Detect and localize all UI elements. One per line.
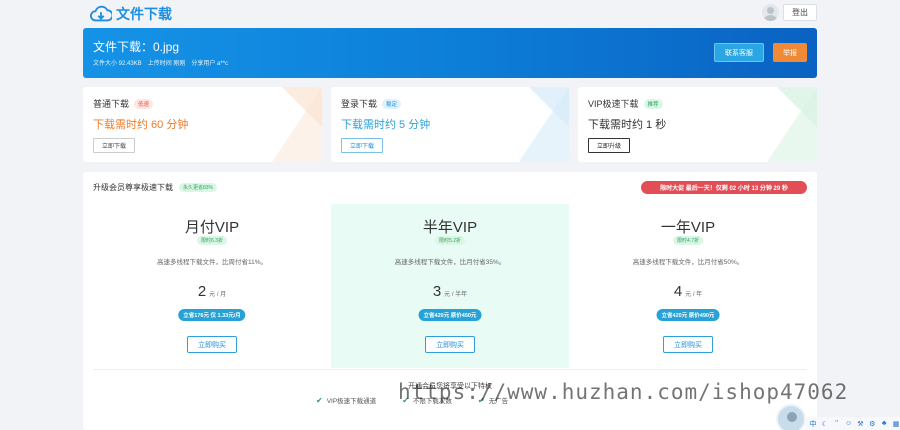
card-normal-download: 普通下载 低速 下载需时约 60 分钟 立即下载 (83, 87, 322, 162)
card-title: 登录下载 (341, 99, 378, 109)
settings-icon[interactable]: ⚙ (868, 420, 876, 428)
discount-tag: 限时5.2折 (435, 236, 465, 245)
card-title: 普通下载 (93, 99, 130, 109)
download-now-button[interactable]: 立即下载 (93, 138, 136, 153)
upgrade-now-button[interactable]: 立即升级 (588, 138, 631, 153)
logo-text: 文件下载 (116, 6, 172, 22)
logout-button[interactable]: 登出 (783, 4, 817, 21)
file-size: 文件大小 92.43KB (93, 61, 142, 67)
plan-description: 高速多线程下载文件，比周付省11%。 (156, 259, 268, 266)
file-banner: 文件下载：0.jpg 文件大小 92.43KB 上传时间 刚刚 分享用户 a**… (83, 28, 817, 78)
card-decoration (272, 87, 322, 162)
card-decoration (767, 87, 817, 162)
countdown-badge: 限时大促 最后一天！仅剩 02 小时 13 分钟 29 秒 (641, 181, 807, 194)
ime-toolbar[interactable]: 中 ☾ ‘’ ☺ ⚒ ⚙ ♣ ▦ (805, 417, 900, 430)
privilege-label: VIP极速下载通道 (326, 398, 377, 405)
divider (93, 369, 807, 370)
floating-assistant-avatar[interactable] (776, 404, 806, 430)
price-unit: 元 / 月 (209, 292, 227, 298)
shirt-icon[interactable]: ♣ (880, 420, 888, 427)
card-title: VIP极速下载 (588, 99, 639, 109)
card-decoration (519, 87, 569, 162)
price-unit: 元 / 半年 (444, 292, 468, 298)
ime-language[interactable]: 中 (809, 419, 817, 429)
download-time: 下载需时约 5 分钟 (341, 119, 431, 131)
check-icon: ✔ (316, 395, 323, 405)
plan-description: 高速多线程下载文件，比月付省50%。 (632, 259, 744, 266)
stable-tag: 稳定 (382, 98, 402, 109)
discount-tag: 限时4.7折 (673, 236, 703, 245)
download-now-button[interactable]: 立即下载 (341, 138, 384, 153)
speed-tag: 低速 (134, 98, 154, 109)
punctuation-icon[interactable]: ‘’ (833, 420, 841, 427)
recommend-tag: 推荐 (643, 98, 663, 109)
savings-pill: 立省176元 仅 1.33元/月 (178, 309, 246, 321)
plan-yearly: 一年VIP 限时4.7折 高速多线程下载文件，比月付省50%。 4元 / 年 立… (569, 204, 807, 368)
privilege-item: ✔ VIP极速下载通道 (316, 395, 377, 406)
contact-service-button[interactable]: 联系客服 (714, 43, 764, 62)
savings-pill: 立省420元 原价450元 (418, 309, 482, 321)
upload-time: 上传时间 刚刚 (147, 61, 186, 67)
price-value: 2 (197, 283, 207, 300)
plan-price: 4元 / 年 (569, 283, 807, 301)
buy-now-button[interactable]: 立即购买 (663, 336, 713, 353)
price-unit: 元 / 年 (685, 292, 703, 298)
plan-price: 2元 / 月 (93, 283, 331, 301)
moon-icon[interactable]: ☾ (821, 420, 829, 428)
plan-price: 3元 / 半年 (331, 283, 569, 301)
card-login-download: 登录下载 稳定 下载需时约 5 分钟 立即下载 (331, 87, 569, 162)
file-title: 文件下载：0.jpg (93, 40, 180, 54)
price-value: 4 (673, 283, 683, 300)
plan-half-year: 半年VIP 限时5.2折 高速多线程下载文件，比月付省35%。 3元 / 半年 … (331, 204, 569, 368)
cloud-download-icon (90, 5, 112, 22)
plan-name: 月付VIP (184, 219, 240, 236)
plan-name: 一年VIP (660, 219, 716, 236)
plan-description: 高速多线程下载文件，比月付省35%。 (394, 259, 506, 266)
emoji-icon[interactable]: ☺ (845, 420, 853, 427)
download-time: 下载需时约 60 分钟 (93, 119, 189, 131)
report-button[interactable]: 举报 (773, 43, 807, 62)
discount-tag: 限时6.3折 (197, 236, 227, 245)
top-bar: 文件下载 登出 (0, 0, 900, 26)
user-avatar[interactable] (762, 4, 779, 21)
price-value: 3 (432, 283, 442, 300)
buy-now-button[interactable]: 立即购买 (187, 336, 237, 353)
vip-title: 升级会员尊享极速下载 (93, 183, 173, 192)
savings-badge: 永久更省83% (179, 183, 218, 192)
savings-pill: 立省420元 原价490元 (656, 309, 720, 321)
sharer: 分享用户 a**c (191, 61, 229, 67)
site-logo[interactable]: 文件下载 (90, 4, 172, 24)
buy-now-button[interactable]: 立即购买 (425, 336, 475, 353)
card-vip-download: VIP极速下载 推荐 下载需时约 1 秒 立即升级 (578, 87, 817, 162)
grid-icon[interactable]: ▦ (892, 420, 900, 428)
plan-name: 半年VIP (422, 219, 478, 236)
file-meta: 文件大小 92.43KB 上传时间 刚刚 分享用户 a**c (93, 58, 228, 67)
watermark: https://www.huzhan.com/ishop47062 (398, 380, 849, 404)
wrench-icon[interactable]: ⚒ (857, 420, 865, 428)
plan-monthly: 月付VIP 限时6.3折 高速多线程下载文件，比周付省11%。 2元 / 月 立… (93, 204, 331, 368)
download-time: 下载需时约 1 秒 (588, 119, 667, 131)
